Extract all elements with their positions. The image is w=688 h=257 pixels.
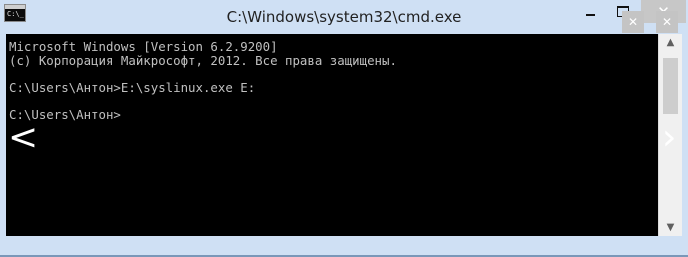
overlay-close-button-a[interactable]: ✕ — [622, 11, 644, 33]
back-arrow-icon[interactable]: < — [8, 120, 38, 156]
console-output: Microsoft Windows [Version 6.2.9200] (c)… — [9, 39, 397, 122]
scroll-down-icon[interactable]: ▼ — [659, 222, 682, 233]
title-bar[interactable]: C:\_ C:\Windows\system32\cmd.exe ✕ — [0, 0, 688, 34]
close-icon: ✕ — [661, 15, 673, 29]
cmd-window: C:\_ C:\Windows\system32\cmd.exe ✕ ✕ ✕ M… — [0, 0, 688, 257]
minimize-button[interactable] — [575, 0, 605, 23]
scroll-thumb[interactable] — [663, 58, 678, 114]
close-icon: ✕ — [627, 15, 639, 29]
forward-arrow-icon[interactable]: › — [662, 120, 676, 156]
scroll-up-icon[interactable]: ▲ — [659, 37, 682, 48]
minimize-icon — [585, 13, 595, 16]
window-bottom-frame — [0, 236, 688, 257]
console-area[interactable]: Microsoft Windows [Version 6.2.9200] (c)… — [6, 34, 658, 236]
overlay-close-button-b[interactable]: ✕ — [656, 11, 678, 33]
